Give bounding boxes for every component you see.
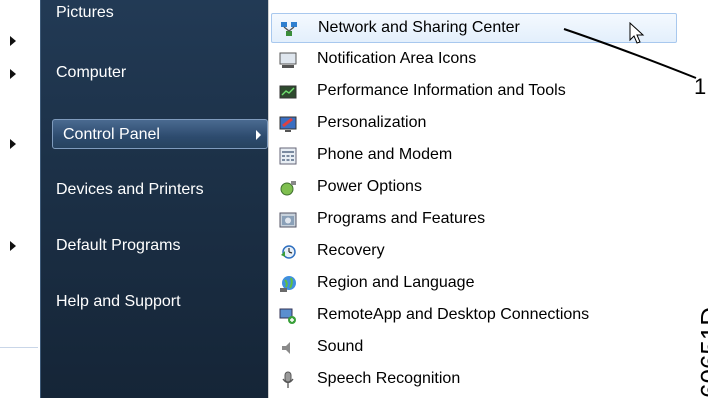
figure-code: 60651D (695, 306, 708, 398)
callout-leader-line (563, 28, 697, 79)
callout-number: 1 (694, 74, 707, 99)
